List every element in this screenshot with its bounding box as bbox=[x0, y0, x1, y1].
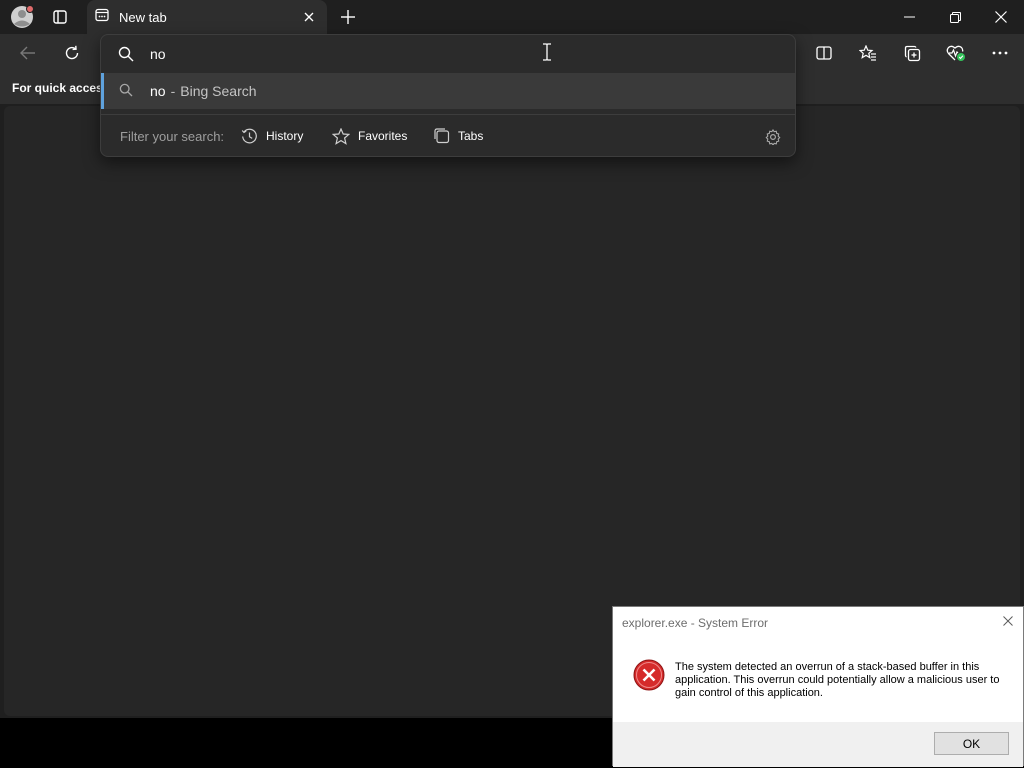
split-screen-icon[interactable] bbox=[812, 42, 836, 64]
search-suggestion[interactable]: no - Bing Search bbox=[101, 73, 795, 109]
filter-history-button[interactable]: History bbox=[241, 124, 303, 148]
text-cursor-icon bbox=[541, 42, 553, 62]
filter-history-label: History bbox=[266, 129, 304, 143]
filter-favorites-button[interactable]: Favorites bbox=[332, 124, 407, 148]
filter-tabs-label: Tabs bbox=[458, 129, 484, 143]
new-tab-plus-icon[interactable] bbox=[336, 5, 360, 29]
error-icon bbox=[633, 659, 665, 691]
back-arrow-icon[interactable] bbox=[16, 42, 40, 64]
filter-favorites-label: Favorites bbox=[358, 129, 408, 143]
filter-label: Filter your search: bbox=[120, 129, 225, 144]
filter-tabs-button[interactable]: Tabs bbox=[434, 124, 483, 148]
tab-new-tab[interactable]: New tab bbox=[87, 0, 327, 34]
profile-avatar-icon[interactable] bbox=[8, 4, 36, 30]
close-window-icon[interactable] bbox=[988, 6, 1014, 28]
new-tab-page-icon bbox=[95, 8, 109, 27]
dialog-footer: OK bbox=[613, 722, 1023, 767]
restore-icon[interactable] bbox=[942, 6, 968, 28]
favorites-bar-hint: For quick access bbox=[12, 81, 110, 95]
suggestion-search-icon bbox=[118, 82, 134, 98]
star-icon bbox=[332, 127, 350, 145]
dialog-title: explorer.exe - System Error bbox=[622, 616, 769, 630]
system-error-dialog: explorer.exe - System Error The system d… bbox=[612, 606, 1024, 767]
title-bar: New tab bbox=[0, 0, 1024, 34]
dialog-close-icon[interactable] bbox=[1001, 614, 1015, 628]
desktop: New tab For quick access no no - Bing Se… bbox=[0, 0, 1024, 768]
tab-title: New tab bbox=[119, 9, 167, 25]
ok-button[interactable]: OK bbox=[934, 732, 1009, 755]
close-tab-icon[interactable] bbox=[301, 9, 317, 25]
search-icon bbox=[117, 45, 135, 63]
suggestion-separator: - bbox=[170, 83, 176, 99]
history-icon bbox=[241, 128, 257, 143]
minimize-icon[interactable] bbox=[896, 6, 922, 28]
tab-actions-icon[interactable] bbox=[46, 6, 74, 28]
search-filter-row: Filter your search: History Favorites Ta… bbox=[101, 115, 795, 158]
tabs-icon bbox=[434, 128, 450, 144]
dialog-message: The system detected an overrun of a stac… bbox=[675, 661, 1000, 699]
suggestion-query: no bbox=[150, 83, 166, 99]
browser-essentials-icon[interactable] bbox=[944, 42, 968, 64]
address-bar-input[interactable]: no bbox=[150, 46, 166, 62]
collections-icon[interactable] bbox=[900, 42, 924, 64]
suggestion-text: no - Bing Search bbox=[150, 83, 257, 99]
settings-gear-icon[interactable] bbox=[763, 127, 783, 147]
more-options-icon[interactable] bbox=[988, 42, 1012, 64]
refresh-icon[interactable] bbox=[60, 42, 84, 64]
address-bar-dropdown: no no - Bing Search Filter your search: … bbox=[100, 34, 796, 157]
suggestion-source: Bing Search bbox=[180, 83, 257, 99]
favorites-icon[interactable] bbox=[856, 42, 880, 64]
address-bar[interactable]: no bbox=[101, 35, 795, 73]
